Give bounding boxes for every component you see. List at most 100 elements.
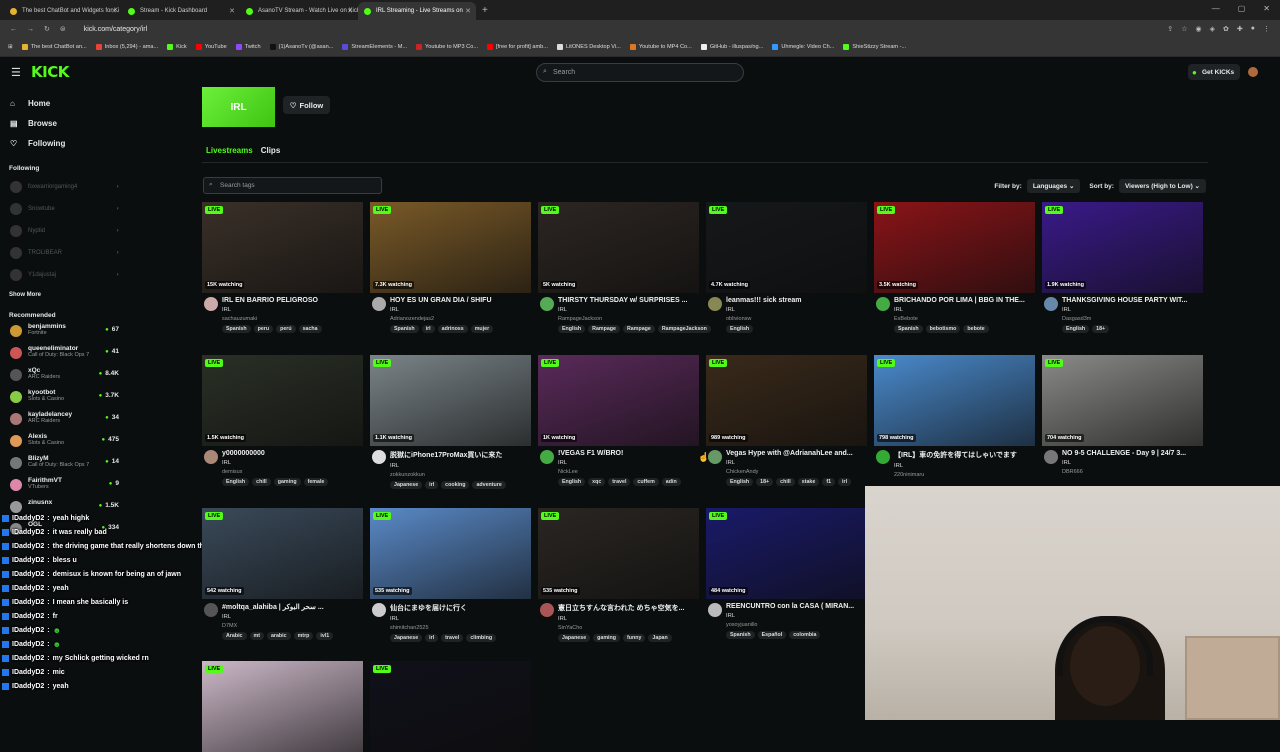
streamer-avatar[interactable] xyxy=(204,450,218,464)
stream-card[interactable]: LIVE 1.9K watching THANKSGIVING HOUSE PART… xyxy=(1042,202,1203,343)
streamer-avatar[interactable] xyxy=(876,297,890,311)
stream-tag[interactable]: chill xyxy=(252,478,271,486)
kick-logo[interactable]: KICK xyxy=(31,63,69,81)
bookmark-item[interactable]: YouTube xyxy=(195,44,227,50)
stream-card[interactable]: LIVE 7.3K watching HOY ES UN GRAN DIA / SH… xyxy=(370,202,531,343)
browser-tab[interactable]: AsanoTV Stream - Watch Live on Kick ✕ xyxy=(240,2,358,20)
streamer-name[interactable]: sachauzumaki xyxy=(222,316,363,322)
streamer-avatar[interactable] xyxy=(540,603,554,617)
streamer-name[interactable]: SinYaCho xyxy=(558,625,699,631)
extension-icon[interactable]: ✿ xyxy=(1223,25,1229,33)
stream-tag[interactable]: English xyxy=(558,478,586,486)
user-avatar[interactable] xyxy=(1248,67,1258,77)
stream-tag[interactable]: irl xyxy=(838,478,852,486)
streamer-avatar[interactable] xyxy=(372,603,386,617)
stream-card[interactable]: LIVE 1.5K watching y0000000000 IRL demisux En… xyxy=(202,355,363,496)
streamer-avatar[interactable] xyxy=(204,603,218,617)
stream-thumbnail[interactable]: LIVE 1K watching xyxy=(538,355,699,446)
stream-title[interactable]: 憲日立ちすんな言われた めちゃ空気を... xyxy=(558,599,699,613)
share-icon[interactable]: ⇪ xyxy=(1167,25,1173,33)
puzzle-icon[interactable]: ✚ xyxy=(1237,25,1243,33)
stream-card[interactable]: LIVE 15K watching IRL EN BARRIO PELIGROSO I… xyxy=(202,202,363,343)
stream-thumbnail[interactable]: LIVE xyxy=(202,661,363,752)
streamer-avatar[interactable] xyxy=(540,297,554,311)
site-info-icon[interactable]: ⊜ xyxy=(60,25,66,33)
stream-tag[interactable]: Español xyxy=(757,631,787,639)
stream-thumbnail[interactable]: LIVE 3.5K watching xyxy=(874,202,1035,293)
profile-icon[interactable]: ● xyxy=(1251,25,1255,33)
stream-title[interactable]: #moltqa_alahiba | سحر البوكر ... xyxy=(222,599,363,611)
stream-tag[interactable]: ivl1 xyxy=(316,632,334,640)
stream-tag[interactable]: irl xyxy=(421,325,435,333)
streamer-name[interactable]: D7MX xyxy=(222,623,363,629)
extension-icon[interactable]: ◉ xyxy=(1196,25,1202,33)
languages-dropdown[interactable]: Languages ⌄ xyxy=(1026,179,1081,193)
stream-tag[interactable]: colombia xyxy=(789,631,821,639)
sidebar-item-following[interactable]: ♡ Following xyxy=(0,133,128,153)
stream-tag[interactable]: English xyxy=(222,478,250,486)
browser-tab[interactable]: IRL Streaming - Live Streams on ✕ xyxy=(358,2,476,20)
stream-tag[interactable]: travel xyxy=(608,478,631,486)
tab-close-icon[interactable]: ✕ xyxy=(465,7,471,15)
stream-category[interactable]: IRL xyxy=(894,463,1035,469)
stream-title[interactable]: leanmas!!! sick stream xyxy=(726,293,867,304)
stream-thumbnail[interactable]: LIVE 1.1K watching xyxy=(370,355,531,446)
sidebar-item-home[interactable]: ⌂ Home xyxy=(0,93,128,113)
browser-tab[interactable]: Stream - Kick Dashboard ✕ xyxy=(122,2,240,20)
stream-card[interactable]: LIVE xyxy=(202,661,363,752)
stream-thumbnail[interactable]: LIVE xyxy=(370,661,531,752)
stream-tag[interactable]: mt xyxy=(249,632,264,640)
stream-card[interactable]: LIVE 542 watching #moltqa_alahiba | سحر ال… xyxy=(202,508,363,649)
stream-thumbnail[interactable]: LIVE 484 watching xyxy=(706,508,867,599)
stream-card[interactable]: LIVE 4.7K watching leanmas!!! sick stream I… xyxy=(706,202,867,343)
tab-close-icon[interactable]: ✕ xyxy=(111,7,117,15)
following-item[interactable]: Y1dajustaj ◐ xyxy=(0,264,128,286)
tab-livestreams[interactable]: Livestreams xyxy=(206,146,253,155)
stream-category[interactable]: IRL xyxy=(222,307,363,313)
stream-category[interactable]: IRL xyxy=(558,307,699,313)
stream-card[interactable]: LIVE 3.5K watching BRICHANDO POR LIMA | BB… xyxy=(874,202,1035,343)
stream-thumbnail[interactable]: LIVE 1.9K watching xyxy=(1042,202,1203,293)
streamer-name[interactable]: DBR666 xyxy=(1062,469,1203,475)
stream-thumbnail[interactable]: LIVE 542 watching xyxy=(202,508,363,599)
streamer-name[interactable]: demisux xyxy=(222,469,363,475)
extension-icon[interactable]: ◈ xyxy=(1210,25,1215,33)
stream-category[interactable]: IRL xyxy=(558,616,699,622)
stream-title[interactable]: THANKSGIVING HOUSE PARTY WIT... xyxy=(1062,293,1203,304)
streamer-avatar[interactable] xyxy=(540,450,554,464)
stream-category[interactable]: IRL xyxy=(390,463,531,469)
menu-hamburger-icon[interactable]: ☰ xyxy=(11,66,21,79)
bookmark-item[interactable]: Inbox (5,294) - ama... xyxy=(95,44,158,50)
stream-tag[interactable]: cooking xyxy=(441,481,470,489)
recommended-item[interactable]: kayladelanceyARC Raiders 34 xyxy=(0,411,128,433)
streamer-name[interactable]: ChickenAndy xyxy=(726,469,867,475)
bookmark-item[interactable]: Youtube to MP4 Co... xyxy=(629,44,692,50)
streamer-name[interactable]: Adrianozendejas2 xyxy=(390,316,531,322)
bookmark-item[interactable]: Twitch xyxy=(235,44,261,50)
streamer-avatar[interactable] xyxy=(204,297,218,311)
stream-category[interactable]: IRL xyxy=(726,460,867,466)
stream-title[interactable]: 【IRL】車の免許を得てはしゃいでます xyxy=(894,446,1035,460)
stream-tag[interactable]: cuffem xyxy=(633,478,659,486)
bookmark-item[interactable]: Youtube to MP3 Co... xyxy=(416,44,478,50)
stream-tag[interactable]: Spanish xyxy=(726,631,755,639)
streamer-name[interactable]: RampageJackson xyxy=(558,316,699,322)
tab-close-icon[interactable]: ✕ xyxy=(229,7,235,15)
stream-thumbnail[interactable]: LIVE 4.7K watching xyxy=(706,202,867,293)
stream-tag[interactable]: Arabic xyxy=(222,632,247,640)
stream-card[interactable]: LIVE 1.1K watching 脱獄にiPhone17ProMax買いに来た I… xyxy=(370,355,531,496)
stream-tag[interactable]: perú xyxy=(276,325,296,333)
streamer-name[interactable]: NickLee xyxy=(558,469,699,475)
streamer-name[interactable]: yosoyjuanillo xyxy=(726,622,867,628)
url-field[interactable]: kick.com/category/irl xyxy=(84,26,147,33)
forward-icon[interactable]: → xyxy=(27,26,34,33)
tab-clips[interactable]: Clips xyxy=(261,146,281,155)
streamer-name[interactable]: Dasgasd3m xyxy=(1062,316,1203,322)
stream-tag[interactable]: xqc xyxy=(588,478,606,486)
stream-tag[interactable]: gaming xyxy=(593,634,620,642)
bookmark-item[interactable]: The best ChatBot an... xyxy=(21,44,87,50)
stream-title[interactable]: 脱獄にiPhone17ProMax買いに来た xyxy=(390,446,531,460)
stream-card[interactable]: LIVE 704 watching NO 9-5 CHALLENGE - Day 9… xyxy=(1042,355,1203,496)
stream-title[interactable]: 仙台にまゆを届けに行く xyxy=(390,599,531,613)
browser-tab[interactable]: The best ChatBot and Widgets for Ki ✕ xyxy=(4,2,122,20)
